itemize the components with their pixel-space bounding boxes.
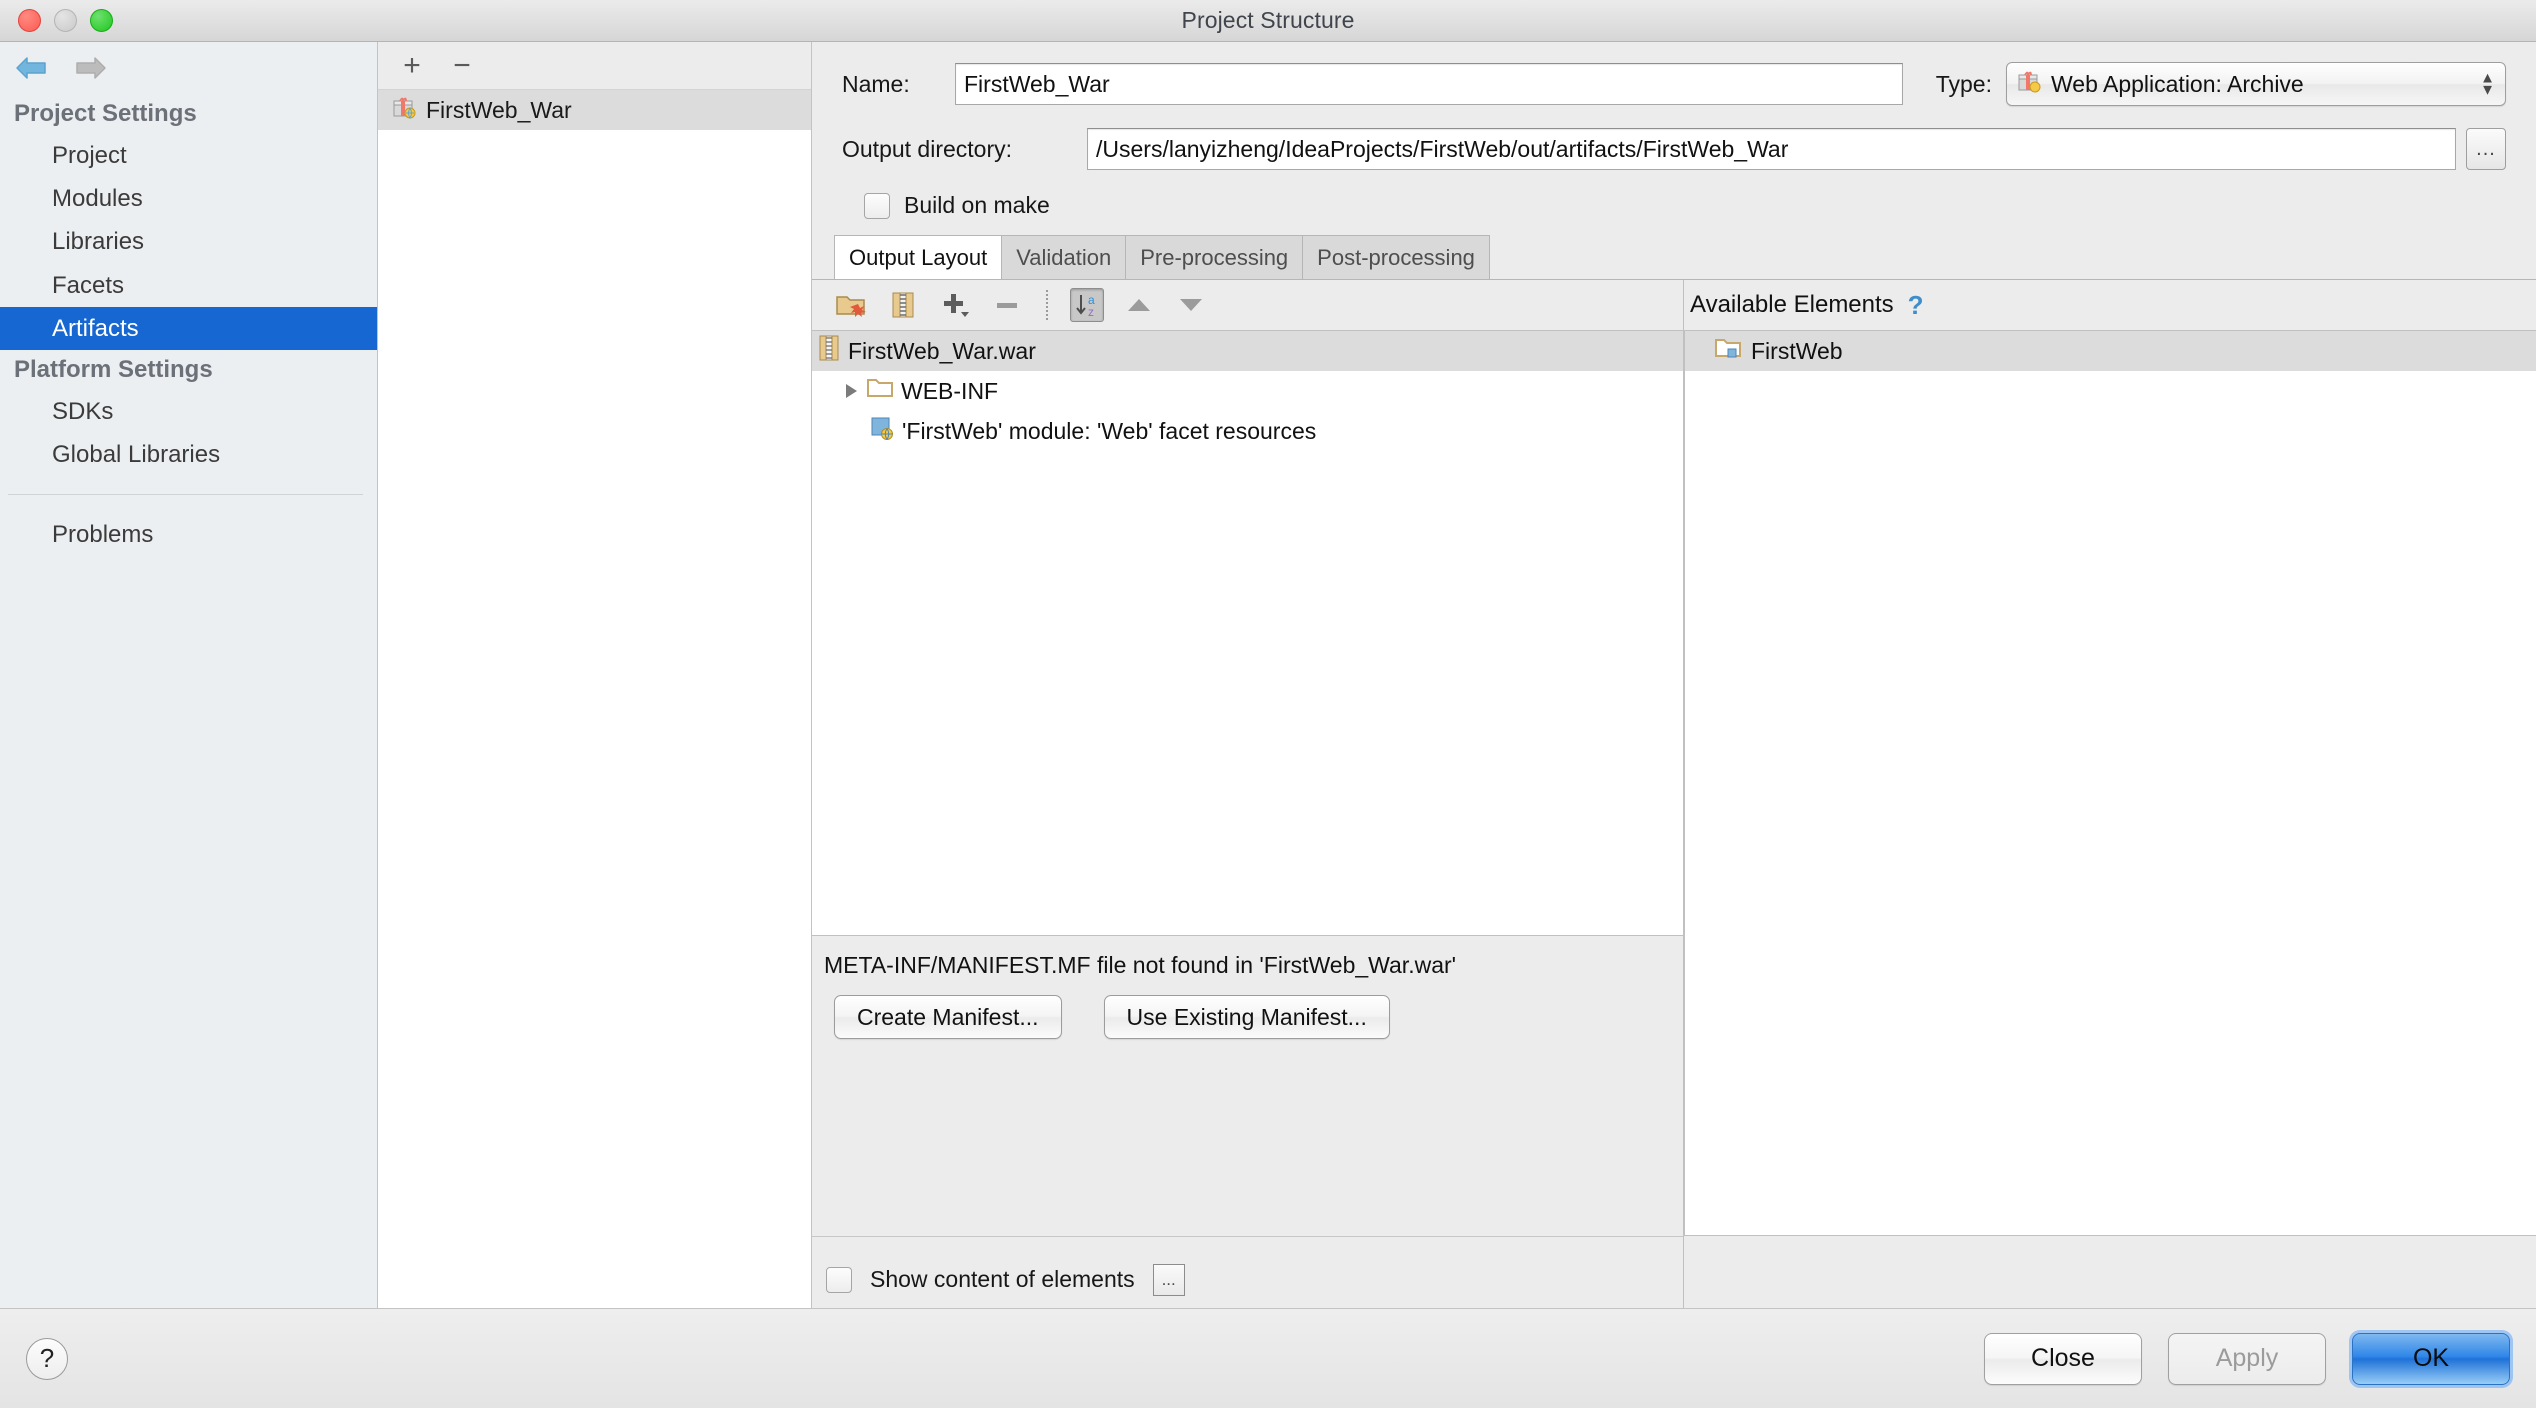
help-icon[interactable]: ? [1908, 290, 1924, 321]
output-directory-label: Output directory: [842, 135, 1013, 162]
output-layout-panes: a z FirstWeb_War.war WEB-INF 'FirstWeb' … [812, 279, 2536, 1308]
tree-row[interactable]: 'FirstWeb' module: 'Web' facet resources [812, 411, 1683, 451]
sidebar-item-project[interactable]: Project [0, 134, 377, 177]
dialog-body: Project Settings Project Modules Librari… [0, 42, 2536, 1308]
remove-artifact-button[interactable]: − [448, 50, 476, 81]
type-row: Type: Web Application: Archive ▲ ▼ [1936, 62, 2506, 106]
dialog-button-bar: ? Close Apply OK [0, 1308, 2536, 1408]
artifact-tabs: Output Layout Validation Pre-processing … [812, 235, 2536, 279]
tree-row-label: 'FirstWeb' module: 'Web' facet resources [902, 417, 1317, 444]
svg-text:z: z [1088, 305, 1094, 319]
archive-icon [818, 335, 840, 367]
sidebar-item-global-libraries[interactable]: Global Libraries [0, 433, 377, 476]
sidebar-group-platform-settings: Platform Settings [14, 355, 213, 383]
apply-button: Apply [2168, 1332, 2326, 1385]
folder-icon [867, 377, 893, 405]
list-item-label: FirstWeb [1751, 337, 1843, 364]
dialog-actions: Close Apply OK [1984, 1332, 2510, 1385]
artifact-form: Name: FirstWeb_War Type: Web Application… [812, 42, 2536, 235]
show-content-options-button[interactable]: ... [1152, 1263, 1185, 1296]
sidebar-item-artifacts[interactable]: Artifacts [0, 306, 377, 350]
list-item[interactable]: FirstWeb [1685, 331, 2536, 371]
available-elements-header: Available Elements ? [1684, 280, 2536, 330]
use-existing-manifest-button[interactable]: Use Existing Manifest... [1103, 995, 1390, 1039]
manifest-message: META-INF/MANIFEST.MF file not found in '… [824, 952, 1457, 978]
output-layout-tree[interactable]: FirstWeb_War.war WEB-INF 'FirstWeb' modu… [812, 330, 1683, 936]
tab-output-layout[interactable]: Output Layout [834, 235, 1003, 279]
name-row: Name: FirstWeb_War Type: Web Application… [842, 62, 2506, 106]
sidebar-nav [0, 42, 377, 94]
artifacts-list-item[interactable]: FirstWeb_War [378, 90, 811, 130]
build-on-make-label: Build on make [904, 192, 1050, 218]
sidebar-filler [0, 557, 377, 1309]
sidebar-item-modules[interactable]: Modules [0, 177, 377, 220]
artifact-details-panel: Name: FirstWeb_War Type: Web Application… [812, 42, 2536, 1308]
available-elements-list[interactable]: FirstWeb [1684, 330, 2536, 1236]
new-archive-icon[interactable] [886, 288, 920, 322]
build-on-make-row[interactable]: Build on make [864, 192, 2506, 219]
artifact-war-icon [392, 95, 416, 125]
artifact-war-icon [2017, 69, 2041, 99]
tree-row[interactable]: FirstWeb_War.war [812, 331, 1683, 371]
manifest-buttons: Create Manifest... Use Existing Manifest… [824, 995, 1683, 1039]
show-content-label: Show content of elements [870, 1266, 1135, 1292]
available-elements-title: Available Elements [1690, 291, 1894, 318]
artifacts-toolbar: + − [378, 42, 811, 90]
help-button[interactable]: ? [26, 1337, 68, 1380]
create-manifest-button[interactable]: Create Manifest... [834, 995, 1062, 1039]
name-input[interactable]: FirstWeb_War [955, 63, 1903, 105]
output-directory-input[interactable]: /Users/lanyizheng/IdeaProjects/FirstWeb/… [1087, 128, 2456, 170]
add-artifact-button[interactable]: + [398, 50, 426, 81]
web-facet-icon [870, 416, 894, 446]
tab-pre-processing[interactable]: Pre-processing [1125, 235, 1304, 279]
build-on-make-checkbox[interactable] [864, 192, 890, 219]
tab-validation[interactable]: Validation [1001, 235, 1127, 279]
sidebar-item-problems[interactable]: Problems [0, 513, 377, 556]
output-layout-toolbar: a z [812, 280, 1683, 330]
move-up-icon[interactable] [1122, 288, 1156, 322]
sidebar-group-project-settings: Project Settings [14, 100, 197, 127]
output-directory-row: Output directory: /Users/lanyizheng/Idea… [842, 128, 2506, 170]
module-folder-icon [1715, 337, 1741, 365]
manifest-section: META-INF/MANIFEST.MF file not found in '… [812, 936, 1683, 1236]
back-arrow-icon[interactable] [14, 55, 48, 81]
tree-row[interactable]: WEB-INF [812, 371, 1683, 411]
tree-row-label: FirstWeb_War.war [848, 337, 1036, 364]
sort-alphabetically-icon[interactable]: a z [1070, 288, 1104, 322]
output-layout-pane: a z FirstWeb_War.war WEB-INF 'FirstWeb' … [812, 280, 1684, 1308]
sidebar-divider [8, 494, 363, 496]
artifact-type-value: Web Application: Archive [2051, 70, 2304, 97]
sidebar-item-libraries[interactable]: Libraries [0, 220, 377, 263]
available-elements-pane: Available Elements ? FirstWeb [1684, 280, 2536, 1308]
window-titlebar: Project Structure [0, 0, 2536, 42]
show-content-row: Show content of elements ... [812, 1236, 1683, 1308]
artifacts-list-item-label: FirstWeb_War [426, 96, 572, 123]
add-element-icon[interactable] [938, 288, 972, 322]
settings-sidebar: Project Settings Project Modules Librari… [0, 42, 378, 1308]
browse-output-directory-button[interactable]: ... [2466, 128, 2506, 170]
window-title: Project Structure [1181, 7, 1355, 33]
artifact-type-select[interactable]: Web Application: Archive ▲ ▼ [2006, 62, 2506, 106]
show-content-checkbox[interactable] [826, 1266, 852, 1293]
new-folder-icon[interactable] [834, 288, 868, 322]
chevron-updown-icon: ▲ ▼ [2480, 69, 2495, 99]
name-label: Name: [842, 70, 910, 97]
move-down-icon[interactable] [1174, 288, 1208, 322]
chevron-right-icon[interactable] [846, 384, 857, 398]
sidebar-item-facets[interactable]: Facets [0, 264, 377, 307]
toolbar-separator [1046, 290, 1048, 320]
remove-element-icon[interactable] [990, 288, 1024, 322]
forward-arrow-icon[interactable] [74, 55, 108, 81]
sidebar-item-sdks[interactable]: SDKs [0, 390, 377, 433]
close-button[interactable]: Close [1984, 1332, 2142, 1385]
project-structure-dialog: Project Structure Project Settings Proje… [0, 0, 2536, 1408]
type-label: Type: [1935, 70, 1992, 97]
tab-post-processing[interactable]: Post-processing [1302, 235, 1490, 279]
tree-row-label: WEB-INF [901, 377, 999, 404]
artifacts-list-panel: + − FirstWeb_War [378, 42, 812, 1308]
ok-button[interactable]: OK [2352, 1332, 2510, 1385]
